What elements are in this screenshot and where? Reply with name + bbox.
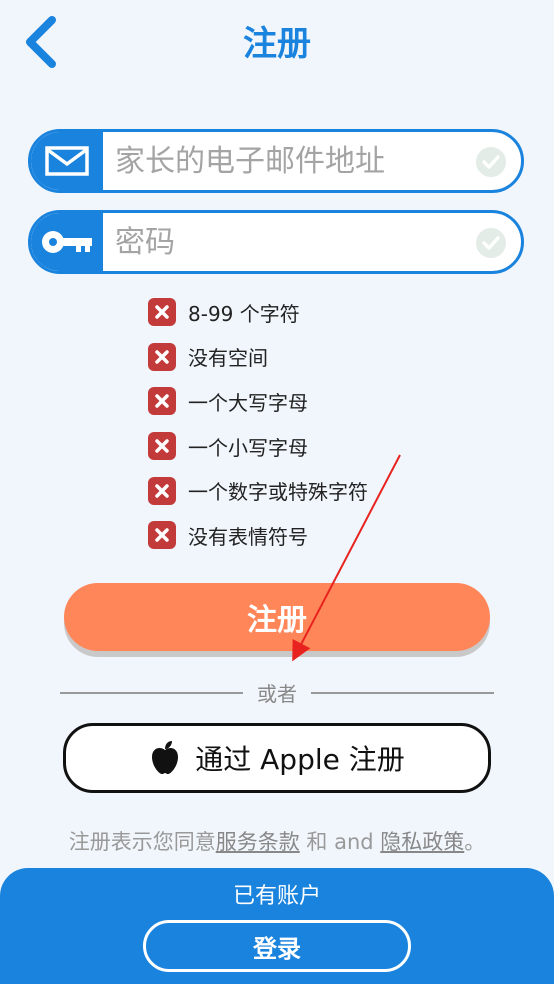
email-field[interactable] <box>28 129 524 193</box>
password-input[interactable] <box>115 213 465 271</box>
password-rule-label: 没有表情符号 <box>188 524 308 549</box>
envelope-icon <box>45 146 89 176</box>
register-button[interactable]: 注册 <box>64 583 490 651</box>
or-divider: 或者 <box>60 678 494 707</box>
check-circle-icon <box>476 228 506 258</box>
x-icon <box>148 387 176 416</box>
apple-signup-label: 通过 Apple 注册 <box>195 743 405 776</box>
password-rule: 一个数字或特殊字符 <box>148 468 368 513</box>
page-title: 注册 <box>243 24 311 64</box>
terms-suffix: 。 <box>464 830 486 854</box>
x-icon <box>148 342 176 371</box>
password-icon-box <box>31 213 103 271</box>
apple-signup-button[interactable]: 通过 Apple 注册 <box>63 723 491 793</box>
key-icon <box>42 231 92 253</box>
have-account-text: 已有账户 <box>232 884 321 909</box>
password-rule-label: 8-99 个字符 <box>188 301 300 326</box>
password-rule: 没有空间 <box>148 335 368 380</box>
x-icon <box>148 432 176 461</box>
password-rule-label: 一个大写字母 <box>188 390 308 415</box>
password-rule-label: 一个小写字母 <box>188 435 308 460</box>
password-rule: 一个大写字母 <box>148 379 368 424</box>
password-rule: 8-99 个字符 <box>148 290 368 335</box>
terms-prefix: 注册表示您同意 <box>68 830 216 854</box>
x-icon <box>148 298 176 327</box>
password-rule-label: 没有空间 <box>188 346 268 371</box>
footer-panel: 已有账户 登录 <box>0 868 554 984</box>
terms-of-service-link[interactable]: 服务条款 <box>216 830 300 854</box>
password-rules-list: 8-99 个字符 没有空间 一个大写字母 一个小写字母 一个数字或特殊字符 没有… <box>148 290 368 558</box>
apple-icon <box>152 741 179 774</box>
password-rule: 一个小写字母 <box>148 424 368 469</box>
password-field[interactable] <box>28 210 524 274</box>
header: 注册 <box>0 0 554 80</box>
divider-line <box>311 691 494 694</box>
check-circle-icon <box>476 147 506 177</box>
password-rule: 没有表情符号 <box>148 513 368 558</box>
divider-line <box>60 691 243 694</box>
x-icon <box>148 476 176 505</box>
email-input[interactable] <box>115 132 465 190</box>
x-icon <box>148 521 176 550</box>
terms-middle: 和 and <box>299 830 381 854</box>
privacy-policy-link[interactable]: 隐私政策 <box>380 830 464 854</box>
password-rule-label: 一个数字或特殊字符 <box>188 480 368 505</box>
divider-label: 或者 <box>257 682 297 706</box>
terms-text: 注册表示您同意服务条款 和 and 隐私政策。 <box>0 826 554 856</box>
email-icon-box <box>31 132 103 190</box>
login-button[interactable]: 登录 <box>143 920 411 972</box>
